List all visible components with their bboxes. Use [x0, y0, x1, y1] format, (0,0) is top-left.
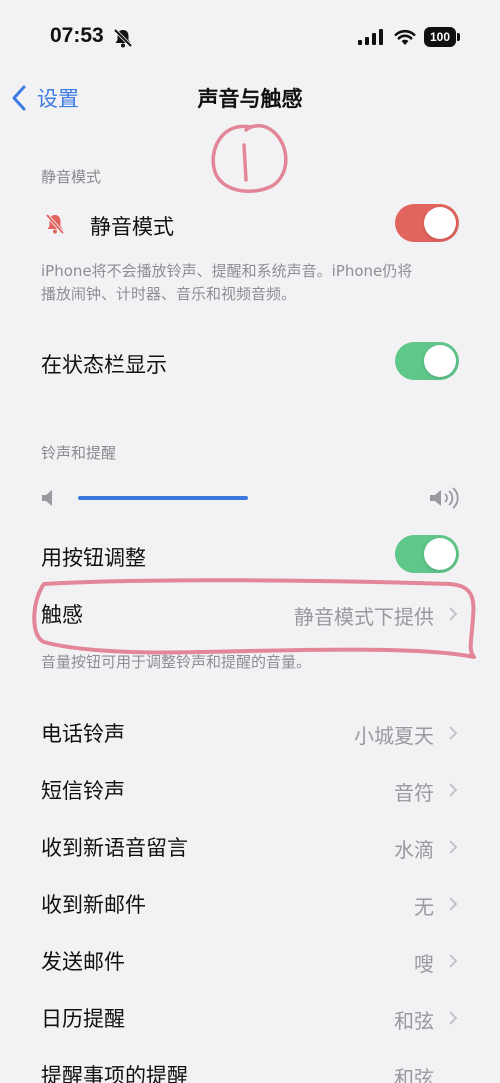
show-in-status-bar-toggle[interactable] [395, 342, 459, 380]
silent-mode-label: 静音模式 [90, 215, 174, 239]
list-item-value: 和弦 [394, 1009, 434, 1033]
list-item[interactable]: 提醒事项的提醒 和弦 [0, 1060, 500, 1083]
haptics-value[interactable]: 静音模式下提供 [294, 601, 434, 630]
toggle-knob [424, 538, 456, 570]
chevron-right-icon [449, 607, 457, 621]
speaker-high-icon [430, 487, 459, 509]
list-item-label: 日历提醒 [41, 1007, 125, 1031]
list-item[interactable]: 收到新语音留言 水滴 [0, 832, 500, 890]
list-item-value: 嗖 [414, 952, 434, 976]
chevron-right-icon [449, 1011, 457, 1025]
list-item-label: 电话铃声 [41, 722, 125, 746]
list-item-label: 收到新邮件 [41, 893, 146, 917]
section-header-ringer: 铃声和提醒 [41, 444, 117, 462]
list-item-value: 水滴 [394, 838, 434, 862]
toggle-knob [424, 345, 456, 377]
list-item-value: 无 [414, 895, 434, 919]
silent-footnote-line2: 播放闹钟、计时器、音乐和视频音频。 [41, 285, 297, 303]
chevron-right-icon [449, 954, 457, 968]
wifi-icon [394, 29, 416, 45]
list-item-value: 和弦 [394, 1066, 434, 1083]
list-item-label: 短信铃声 [41, 779, 125, 803]
show-in-status-bar-label: 在状态栏显示 [41, 353, 167, 377]
battery-nub [457, 33, 460, 41]
list-item-label: 提醒事项的提醒 [41, 1064, 188, 1083]
change-with-buttons-label: 用按钮调整 [41, 546, 146, 570]
page-title: 声音与触感 [197, 87, 303, 111]
bell-slash-icon [45, 213, 65, 235]
status-time: 07:53 [50, 24, 104, 47]
list-item[interactable]: 收到新邮件 无 [0, 889, 500, 947]
silent-footnote-line1: iPhone将不会播放铃声、提醒和系统声音。iPhone仍将 [41, 262, 413, 280]
toggle-knob [424, 207, 456, 239]
chevron-right-icon [449, 897, 457, 911]
list-item-label: 发送邮件 [41, 950, 125, 974]
chevron-right-icon [449, 783, 457, 797]
bell-slash-icon [113, 28, 133, 48]
list-item[interactable]: 电话铃声 小城夏天 [0, 718, 500, 776]
battery-indicator: 100 [424, 27, 456, 47]
chevron-right-icon [449, 726, 457, 740]
ringer-footnote: 音量按钮可用于调整铃声和提醒的音量。 [41, 653, 312, 671]
change-with-buttons-toggle[interactable] [395, 535, 459, 573]
speaker-low-icon [42, 490, 52, 506]
chevron-right-icon [449, 840, 457, 854]
list-item-value: 小城夏天 [354, 724, 434, 748]
list-item[interactable]: 发送邮件 嗖 [0, 946, 500, 1004]
list-item-label: 收到新语音留言 [41, 836, 188, 860]
silent-mode-toggle[interactable] [395, 204, 459, 242]
haptics-label[interactable]: 触感 [41, 599, 83, 629]
ringer-volume-slider[interactable] [78, 496, 248, 500]
list-item[interactable]: 短信铃声 音符 [0, 775, 500, 833]
section-header-silent: 静音模式 [41, 168, 102, 186]
cellular-signal-icon [358, 29, 383, 45]
list-item[interactable]: 日历提醒 和弦 [0, 1003, 500, 1061]
sounds-list: 电话铃声 小城夏天 短信铃声 音符 收到新语音留言 水滴 收到新邮件 无 发送邮… [0, 718, 500, 1083]
list-item-value: 音符 [394, 781, 434, 805]
